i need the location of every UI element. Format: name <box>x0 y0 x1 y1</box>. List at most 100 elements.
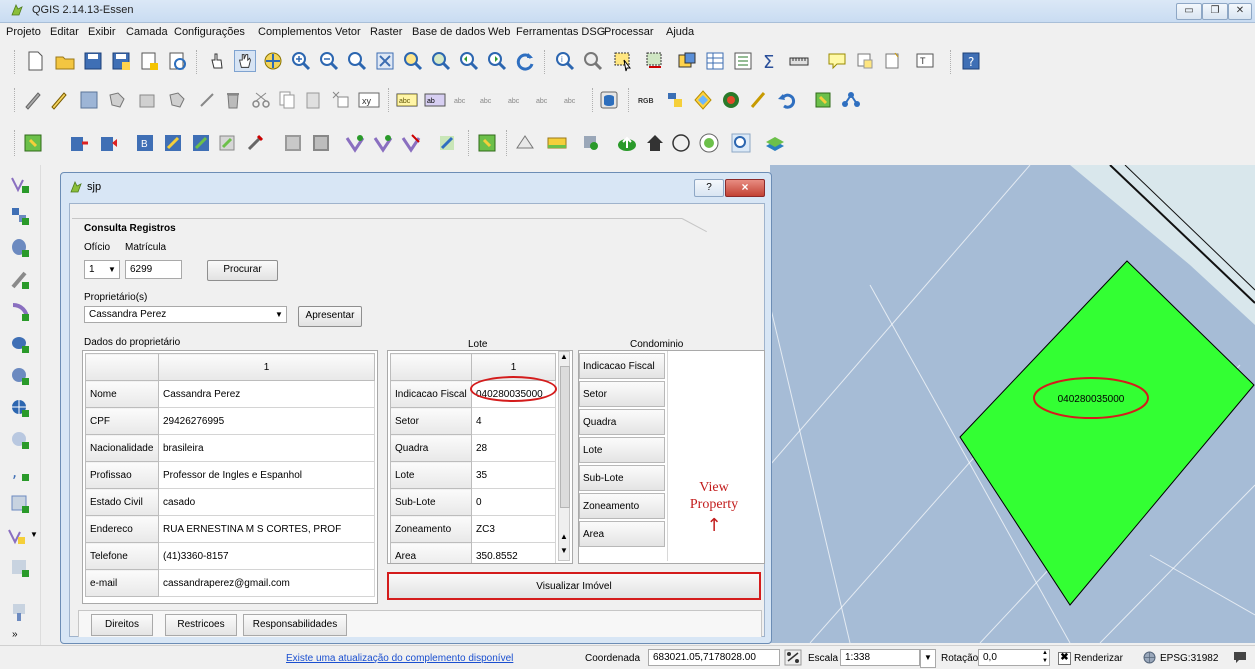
row-value[interactable]: 350.8552 <box>471 542 556 563</box>
vector-icon-1[interactable] <box>344 132 366 154</box>
plugin-update-link[interactable]: Existe uma atualização do complemento di… <box>286 653 513 664</box>
table-row[interactable]: Nacionalidade brasileira <box>85 434 375 462</box>
row-value[interactable]: 28 <box>471 434 556 462</box>
pin-labels-icon[interactable]: abc <box>452 89 474 111</box>
menu-raster[interactable]: Raster <box>370 26 402 38</box>
tab-responsabilidades[interactable]: Responsabilidades <box>243 614 347 636</box>
delete-selected-icon[interactable] <box>222 89 244 111</box>
plugin-icon-8[interactable] <box>244 132 266 154</box>
table-row[interactable]: Nome Cassandra Perez <box>85 380 375 408</box>
move-feature-icon[interactable] <box>136 89 158 111</box>
xy-tool-icon[interactable]: xy <box>358 89 380 111</box>
menu-web[interactable]: Web <box>488 26 510 38</box>
select-icon[interactable] <box>612 50 634 72</box>
crs-globe-icon[interactable] <box>1143 651 1156 664</box>
open-project-icon[interactable] <box>54 50 76 72</box>
table-row[interactable]: Lote 35 <box>390 461 556 489</box>
scale-dropdown-icon[interactable]: ▼ <box>920 649 936 668</box>
add-postgis-layer-icon[interactable] <box>9 237 31 259</box>
maximize-button[interactable]: ❐ <box>1202 3 1228 20</box>
table-row[interactable]: Profissao Professor de Ingles e Espanhol <box>85 461 375 489</box>
condominio-indicacao-fiscal-button[interactable]: Indicacao Fiscal <box>579 353 665 379</box>
toggle-editing-icon[interactable] <box>48 89 70 111</box>
plugin-icon-4[interactable]: B <box>134 132 156 154</box>
add-grass-layer-icon[interactable] <box>9 557 31 579</box>
new-layer-dropdown-icon[interactable]: ▼ <box>30 530 38 539</box>
show-hide-labels-icon[interactable]: abc <box>478 89 500 111</box>
zoom-native-icon[interactable] <box>346 50 368 72</box>
table-row[interactable]: Sub-Lote 0 <box>390 488 556 516</box>
add-mssql-layer-icon[interactable] <box>9 301 31 323</box>
scroll-down-icon[interactable]: ▼ <box>560 546 568 555</box>
dialog-close-button[interactable]: × <box>725 179 765 197</box>
view-property-button[interactable]: Visualizar Imóvel <box>387 572 761 600</box>
menu-configuracoes[interactable]: Configurações <box>174 26 245 38</box>
tab-restricoes[interactable]: Restricoes <box>165 614 237 636</box>
cloud-upload-icon[interactable] <box>616 132 638 154</box>
menu-base-de-dados[interactable]: Base de dados <box>412 26 485 38</box>
menu-camada[interactable]: Camada <box>126 26 168 38</box>
scale-input[interactable]: 1:338 <box>840 649 920 666</box>
composer-manager-icon[interactable] <box>166 50 188 72</box>
refresh-icon[interactable] <box>514 50 536 72</box>
deselect-features-icon[interactable] <box>676 50 698 72</box>
minimize-button[interactable]: ▭ <box>1176 3 1202 20</box>
rotation-stepper-icon[interactable]: ▲ ▼ <box>1040 649 1050 666</box>
condominio-setor-button[interactable]: Setor <box>579 381 665 407</box>
measure-icon[interactable] <box>788 50 810 72</box>
add-wcs-layer-icon[interactable] <box>9 397 31 419</box>
circle-icon[interactable] <box>670 132 692 154</box>
dialog-help-button[interactable]: ? <box>694 179 724 197</box>
node-edit-icon[interactable] <box>196 89 218 111</box>
save-project-icon[interactable] <box>82 50 104 72</box>
table-row[interactable]: Telefone (41)3360-8157 <box>85 542 375 570</box>
zoom-last-icon[interactable] <box>458 50 480 72</box>
zoom-out-icon[interactable] <box>318 50 340 72</box>
rotate-label-icon[interactable]: abc <box>534 89 556 111</box>
row-value[interactable]: (41)3360-8157 <box>158 542 375 570</box>
condominio-quadra-button[interactable]: Quadra <box>579 409 665 435</box>
paste-features-icon[interactable] <box>302 89 324 111</box>
row-value[interactable]: RUA ERNESTINA M S CORTES, PROF <box>158 515 375 543</box>
row-value[interactable]: 0 <box>471 488 556 516</box>
plugin-icon-2[interactable] <box>68 132 90 154</box>
home-icon[interactable] <box>644 132 666 154</box>
pan-icon[interactable] <box>234 50 256 72</box>
copy-features-icon[interactable] <box>276 89 298 111</box>
yellow-layer-icon[interactable] <box>546 132 568 154</box>
db-manager-icon[interactable] <box>598 89 620 111</box>
row-value[interactable]: casado <box>158 488 375 516</box>
layer-manager-icon[interactable] <box>9 601 31 623</box>
lote-vertical-scrollbar[interactable]: ▲ ▲ ▼ <box>558 351 570 561</box>
map-tips-icon[interactable] <box>854 50 876 72</box>
proprietario-select[interactable]: Cassandra Perez ▼ <box>84 306 287 323</box>
vector-icon-3[interactable] <box>400 132 422 154</box>
condominio-zoneamento-button[interactable]: Zoneamento <box>579 493 665 519</box>
row-value[interactable]: 29426276995 <box>158 407 375 435</box>
statistics-icon[interactable]: Σ <box>760 50 782 72</box>
add-vector-layer-icon[interactable] <box>9 173 31 195</box>
menu-complementos[interactable]: Complementos <box>258 26 332 38</box>
table-row[interactable]: Zoneamento ZC3 <box>390 515 556 543</box>
row-value[interactable]: cassandraperez@gmail.com <box>158 569 375 597</box>
scroll-thumb[interactable] <box>560 366 570 508</box>
pan-to-selection-icon[interactable] <box>262 50 284 72</box>
save-as-icon[interactable] <box>110 50 132 72</box>
menu-ferramentas-dsg[interactable]: Ferramentas DSG <box>516 26 605 38</box>
node-tool-icon[interactable] <box>166 89 188 111</box>
zoom-in-icon[interactable] <box>290 50 312 72</box>
field-calculator-icon[interactable] <box>732 50 754 72</box>
table-row[interactable]: Quadra 28 <box>390 434 556 462</box>
add-wms-layer-icon[interactable] <box>9 365 31 387</box>
raster-icon-2[interactable] <box>310 132 332 154</box>
plugin-green-icon[interactable] <box>812 89 834 111</box>
label-layer-icon[interactable]: ab <box>424 89 446 111</box>
capture-icon[interactable] <box>698 132 720 154</box>
new-shapefile-layer-icon[interactable] <box>6 525 28 547</box>
plugin-icon-1[interactable] <box>22 132 44 154</box>
add-spatialite-layer-icon[interactable] <box>9 269 31 291</box>
undo-icon[interactable] <box>776 89 798 111</box>
identify-icon[interactable]: i <box>554 50 576 72</box>
row-value[interactable]: ZC3 <box>471 515 556 543</box>
oficio-select[interactable]: 1 ▼ <box>84 260 120 279</box>
